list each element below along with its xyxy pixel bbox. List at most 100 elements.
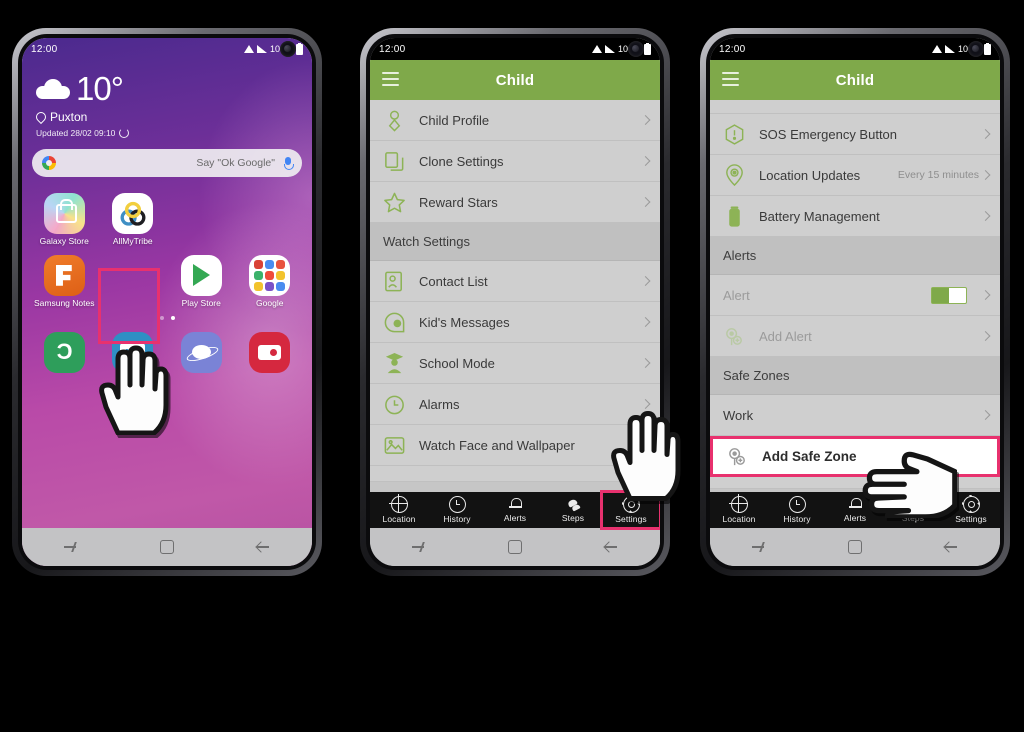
refresh-icon[interactable] — [119, 128, 130, 138]
phone-3-android-nav-bar — [710, 528, 1000, 566]
location-icon — [388, 494, 408, 513]
back-icon[interactable] — [603, 539, 619, 555]
chevron-right-icon — [640, 197, 651, 207]
app-grid: Galaxy Store AllMyTribe Play Store Googl… — [22, 189, 312, 309]
kids-messages-icon — [383, 311, 406, 334]
page-dot-active[interactable] — [170, 315, 175, 320]
hand-cursor-phone-2 — [611, 411, 681, 501]
weather-location: Puxton — [50, 110, 88, 124]
recents-icon[interactable] — [411, 539, 427, 555]
list-item-add-alert[interactable]: Add Alert — [710, 316, 1000, 357]
list-item-label: Work — [723, 407, 754, 423]
list-item-sos-emergency-button[interactable]: SOS Emergency Button — [710, 114, 1000, 155]
alarms-icon — [383, 393, 406, 416]
app-label: Galaxy Store — [39, 236, 89, 246]
app-label: AllMyTribe — [112, 236, 153, 246]
location-pin-icon — [723, 163, 746, 187]
list-item-label: Add Safe Zone — [762, 449, 857, 464]
tab-label: History — [783, 514, 811, 524]
phone-icon — [43, 331, 85, 373]
hand-cursor-phone-1 — [99, 345, 169, 435]
page-dot[interactable] — [159, 315, 164, 320]
tab-alerts[interactable]: Alerts — [486, 492, 544, 528]
camera-icon — [249, 331, 291, 373]
tab-label: Location — [382, 514, 416, 524]
dock-icon-internet[interactable] — [167, 328, 236, 373]
list-item-label: Watch Face and Wallpaper — [419, 437, 575, 453]
phone-1-bezel: 12:00 100% 10° — [18, 34, 316, 570]
alerts-icon — [508, 497, 523, 512]
status-time: 12:00 — [379, 43, 406, 55]
tab-label: Location — [722, 514, 756, 524]
home-icon[interactable] — [159, 540, 174, 554]
list-item-work[interactable]: Work — [710, 395, 1000, 436]
tab-location[interactable]: Location — [710, 492, 768, 528]
list-item-location-updates[interactable]: Location Updates Every 15 minutes — [710, 155, 1000, 196]
chevron-right-icon — [980, 290, 991, 300]
alert-toggle-switch[interactable] — [931, 286, 967, 304]
app-icon-play-store[interactable]: Play Store — [167, 251, 236, 309]
phone-2-status-bar: 12:00 100% — [370, 38, 660, 60]
clone-settings-icon — [383, 150, 406, 173]
list-item-alert-toggle[interactable]: Alert — [710, 275, 1000, 316]
section-header-watch-settings: Watch Settings — [370, 223, 660, 261]
location-pin-icon — [33, 109, 49, 125]
list-item-school-mode[interactable]: School Mode — [370, 343, 660, 384]
battery-icon — [723, 205, 746, 228]
wifi-icon — [591, 45, 602, 53]
tab-label: Alerts — [503, 513, 527, 523]
list-item-reward-stars[interactable]: Reward Stars — [370, 182, 660, 223]
alerts-icon — [848, 497, 863, 512]
back-icon[interactable] — [255, 539, 271, 555]
list-item-label: Reward Stars — [419, 194, 498, 210]
microphone-icon[interactable] — [284, 156, 294, 170]
list-item-clone-settings[interactable]: Clone Settings — [370, 141, 660, 182]
home-icon[interactable] — [847, 540, 862, 554]
battery-icon — [296, 42, 303, 55]
screenshot-canvas: 12:00 100% 10° — [0, 0, 1024, 732]
app-icon-samsung-notes[interactable]: Samsung Notes — [30, 251, 99, 309]
list-item-value: Every 15 minutes — [897, 169, 979, 181]
list-item-label: Clone Settings — [419, 153, 504, 169]
hamburger-menu-icon[interactable] — [382, 72, 399, 86]
dock-icon-camera[interactable] — [236, 328, 305, 373]
phone-1-status-bar: 12:00 100% — [22, 38, 312, 60]
tab-label: Steps — [561, 513, 585, 523]
samsung-notes-icon — [43, 254, 85, 296]
list-item-label: Add Alert — [759, 328, 812, 344]
list-item-label: Kid's Messages — [419, 314, 510, 330]
wifi-icon — [931, 45, 942, 53]
settings-list[interactable]: SOS Emergency Button Location Updates Ev… — [710, 100, 1000, 492]
list-item-label: Child Profile — [419, 112, 490, 128]
recents-icon[interactable] — [751, 539, 767, 555]
chevron-right-icon — [980, 211, 991, 221]
back-icon[interactable] — [943, 539, 959, 555]
history-icon — [788, 496, 806, 513]
camera-punch-hole — [628, 41, 644, 57]
contact-list-icon — [383, 270, 406, 293]
hand-cursor-phone-3 — [862, 451, 957, 518]
tab-location[interactable]: Location — [370, 492, 428, 528]
app-icon-google-folder[interactable]: Google — [236, 251, 305, 309]
location-icon — [728, 494, 748, 513]
tab-steps[interactable]: Steps — [544, 492, 602, 528]
list-item-battery-management[interactable]: Battery Management — [710, 196, 1000, 237]
list-item-contact-list[interactable]: Contact List — [370, 261, 660, 302]
search-placeholder: Say "Ok Google" — [196, 157, 275, 169]
recents-icon[interactable] — [63, 539, 79, 555]
app-icon-allmytribe[interactable]: AllMyTribe — [99, 189, 168, 247]
home-icon[interactable] — [507, 540, 522, 554]
list-item-child-profile[interactable]: Child Profile — [370, 100, 660, 141]
weather-widget[interactable]: 10° Puxton Updated 28/02 09:10 — [22, 60, 312, 138]
history-icon — [448, 496, 466, 513]
list-item-partial-above[interactable] — [710, 100, 1000, 114]
app-icon-galaxy-store[interactable]: Galaxy Store — [30, 189, 99, 247]
tab-history[interactable]: History — [428, 492, 486, 528]
list-item-kids-messages[interactable]: Kid's Messages — [370, 302, 660, 343]
chevron-right-icon — [980, 410, 991, 420]
weather-temp-row: 10° — [36, 72, 312, 105]
hamburger-menu-icon[interactable] — [722, 72, 739, 86]
phone-3-status-bar: 12:00 100% — [710, 38, 1000, 60]
google-search-bar[interactable]: Say "Ok Google" — [32, 149, 302, 177]
tab-history[interactable]: History — [768, 492, 826, 528]
